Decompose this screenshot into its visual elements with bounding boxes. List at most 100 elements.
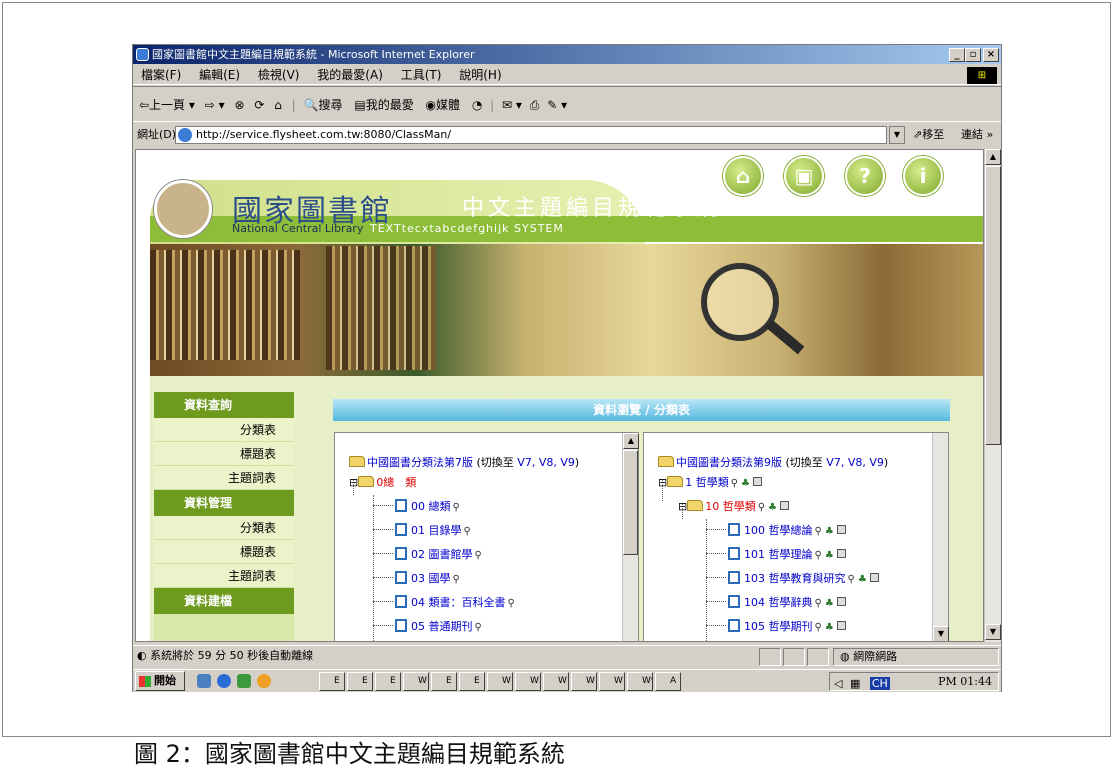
taskbar-item[interactable]: W1 [599, 672, 625, 691]
show-desktop-icon[interactable] [197, 674, 211, 688]
tree-item[interactable]: 03 國學 ⚲ [373, 571, 460, 588]
magnifier-icon[interactable]: ⚲ [815, 548, 822, 564]
scroll-up-arrow-icon[interactable]: ▲ [623, 433, 639, 449]
account-nav-button[interactable]: ▣ [784, 156, 824, 196]
refresh-button[interactable]: ⟳ [254, 98, 264, 112]
right-tree-root[interactable]: 中國圖書分類法第9版 (切換至 V7, V8, V9) [658, 455, 888, 471]
start-button[interactable]: 開始 [135, 671, 185, 691]
sidebar-item-manage-thesaurus[interactable]: 主題詞表 [154, 564, 294, 588]
hat-icon[interactable]: ♣ [768, 500, 777, 516]
taskbar-item[interactable]: W [571, 672, 597, 691]
forward-button[interactable]: ⇨ [205, 98, 215, 112]
hat-icon[interactable]: ♣ [825, 524, 834, 540]
tree-item[interactable]: 05 普通期刊 ⚲ [373, 619, 482, 636]
taskbar-item[interactable]: W9 [627, 672, 653, 691]
magnifier-icon[interactable]: ⚲ [815, 524, 822, 540]
page-scroll-thumb[interactable] [985, 166, 1001, 445]
magnifier-icon[interactable]: ⚲ [453, 500, 460, 516]
minimize-button[interactable]: _ [949, 48, 965, 62]
sidebar-item-query-headings[interactable]: 標題表 [154, 442, 294, 466]
hat-icon[interactable]: ♣ [825, 548, 834, 564]
history-button[interactable]: ◔ [472, 98, 482, 112]
hat-icon[interactable]: ♣ [825, 596, 834, 612]
tree-item[interactable]: 103 哲學教育與研究 ⚲ ♣ [706, 571, 879, 588]
address-input[interactable]: http://service.flysheet.com.tw:8080/Clas… [175, 126, 887, 144]
right-tree-level2[interactable]: ⊟ 10 哲學類 ⚲ ♣ [678, 499, 790, 516]
table-icon[interactable] [869, 573, 879, 582]
hat-icon[interactable]: ♣ [858, 572, 867, 588]
menu-tools[interactable]: 工具(T) [401, 68, 442, 82]
home-nav-button[interactable]: ⌂ [723, 156, 763, 196]
go-button[interactable]: ⇗移至 [913, 123, 944, 147]
left-panel-scrollbar[interactable]: ▲ [622, 433, 639, 641]
magnifier-icon[interactable]: ⚲ [508, 596, 515, 612]
sidebar-item-query-thesaurus[interactable]: 主題詞表 [154, 466, 294, 490]
sidebar-item-manage-classification[interactable]: 分類表 [154, 516, 294, 540]
tree-item[interactable]: 04 類書：百科全書 ⚲ [373, 595, 515, 612]
magnifier-icon[interactable]: ⚲ [731, 476, 738, 492]
table-icon[interactable] [836, 525, 846, 534]
table-icon[interactable] [836, 597, 846, 606]
taskbar-item[interactable]: E [431, 672, 457, 691]
outlook-quicklaunch-icon[interactable] [237, 674, 251, 688]
links-button[interactable]: 連結 » [961, 123, 993, 147]
left-tree-level1[interactable]: ⊟ 0總 類 [349, 475, 416, 491]
taskbar-item[interactable]: W1 [543, 672, 569, 691]
tree-item[interactable]: 105 哲學期刊 ⚲ ♣ [706, 619, 846, 636]
ie-quicklaunch-icon[interactable] [217, 674, 231, 688]
maximize-button[interactable]: ▫ [965, 48, 981, 62]
media-button[interactable]: ◉媒體 [426, 98, 461, 112]
tree-item[interactable]: 02 圖書館學 ⚲ [373, 547, 482, 564]
version-switch-links[interactable]: V7, V8, V9 [826, 456, 884, 469]
menu-file[interactable]: 檔案(F) [141, 68, 181, 82]
tree-item[interactable]: 104 哲學辭典 ⚲ ♣ [706, 595, 846, 612]
scroll-thumb[interactable] [623, 450, 638, 555]
search-button[interactable]: 🔍搜尋 [304, 98, 343, 112]
table-icon[interactable] [836, 549, 846, 558]
table-icon[interactable] [836, 621, 846, 630]
favorites-button[interactable]: ▤我的最愛 [354, 98, 413, 112]
hat-icon[interactable]: ♣ [741, 476, 750, 492]
tree-item[interactable]: 00 總類 ⚲ [373, 499, 460, 516]
mail-button[interactable]: ✉ [502, 98, 512, 112]
scroll-down-arrow-icon[interactable]: ▼ [933, 626, 949, 641]
info-nav-label[interactable]: INFO [893, 200, 953, 211]
network-icon[interactable]: ▦ [850, 677, 860, 690]
magnifier-icon[interactable]: ⚲ [848, 572, 855, 588]
taskbar-item[interactable]: W [487, 672, 513, 691]
version-switch-links[interactable]: V7, V8, V9 [517, 456, 575, 469]
scroll-down-arrow-icon[interactable]: ▼ [985, 624, 1001, 640]
left-tree-root[interactable]: 中國圖書分類法第7版 (切換至 V7, V8, V9) [349, 455, 579, 471]
taskbar-item[interactable]: E [319, 672, 345, 691]
home-nav-label[interactable]: HOME [713, 200, 773, 211]
menu-edit[interactable]: 編輯(E) [199, 68, 240, 82]
taskbar-item[interactable]: W3 [515, 672, 541, 691]
address-dropdown-button[interactable]: ▼ [889, 126, 905, 144]
help-nav-button[interactable]: ? [845, 156, 885, 196]
tree-item[interactable]: 101 哲學理論 ⚲ ♣ [706, 547, 846, 564]
sidebar-item-manage-headings[interactable]: 標題表 [154, 540, 294, 564]
print-button[interactable]: ⎙ [530, 98, 540, 112]
taskbar-item[interactable]: E [459, 672, 485, 691]
sidebar-item-query-classification[interactable]: 分類表 [154, 418, 294, 442]
scroll-up-arrow-icon[interactable]: ▲ [985, 149, 1001, 165]
close-button[interactable]: × [983, 48, 999, 62]
home-button[interactable]: ⌂ [274, 98, 282, 112]
magnifier-icon[interactable]: ⚲ [758, 500, 765, 516]
hat-icon[interactable]: ♣ [825, 620, 834, 636]
info-nav-button[interactable]: i [903, 156, 943, 196]
menu-favorites[interactable]: 我的最愛(A) [317, 68, 383, 82]
edit-button[interactable]: ✎ [547, 98, 557, 112]
account-nav-label[interactable]: ACCOUNT [774, 200, 834, 211]
back-button[interactable]: ⇦上一頁 [139, 98, 185, 112]
menu-help[interactable]: 說明(H) [459, 68, 501, 82]
table-icon[interactable] [780, 501, 790, 510]
stop-button[interactable]: ⊗ [234, 98, 244, 112]
table-icon[interactable] [753, 477, 763, 486]
page-scrollbar[interactable]: ▲ ▼ [984, 149, 1001, 642]
taskbar-item[interactable]: W1 [403, 672, 429, 691]
magnifier-icon[interactable]: ⚲ [475, 620, 482, 636]
magnifier-icon[interactable]: ⚲ [815, 596, 822, 612]
tree-item[interactable]: 100 哲學總論 ⚲ ♣ [706, 523, 846, 540]
taskbar-item[interactable]: A [655, 672, 681, 691]
